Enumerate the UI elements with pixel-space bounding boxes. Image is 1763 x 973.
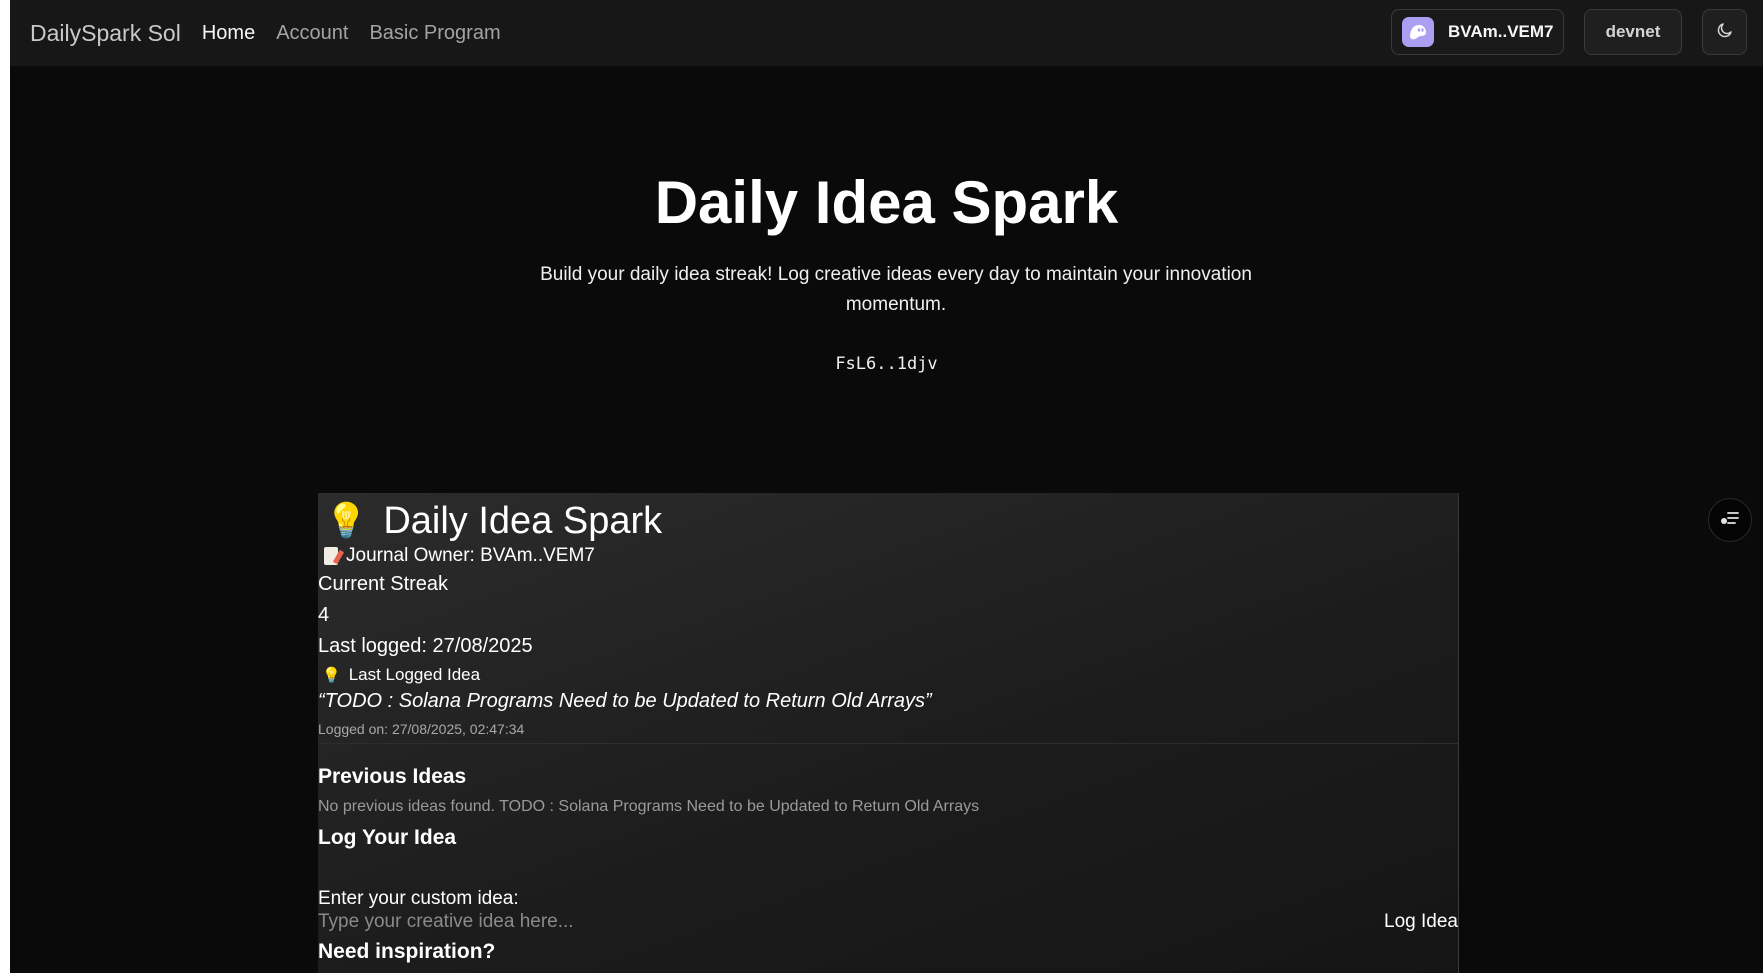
lightbulb-icon: 💡 — [322, 667, 341, 684]
nav-links: Home Account Basic Program — [202, 22, 501, 45]
streak-value: 4 — [318, 604, 330, 626]
hero-subtitle: Build your daily idea streak! Log creati… — [540, 264, 1252, 315]
app-root: DailySpark Sol Home Account Basic Progra… — [10, 0, 1763, 973]
floating-menu-button[interactable] — [1708, 498, 1752, 542]
last-idea-label: 💡 Last Logged Idea — [322, 665, 480, 685]
idea-journal-card: 💡 Daily Idea Spark Journal Owner: BVAm..… — [318, 493, 1459, 973]
program-id[interactable]: FsL6..1djv — [10, 354, 1763, 374]
card-title: 💡 Daily Idea Spark — [325, 496, 662, 546]
nav-link-account[interactable]: Account — [276, 22, 348, 45]
navbar-actions: BVAm..VEM7 devnet — [1391, 9, 1747, 55]
streak-label: Current Streak — [318, 573, 449, 595]
top-navbar: DailySpark Sol Home Account Basic Progra… — [10, 0, 1763, 66]
wallet-button[interactable]: BVAm..VEM7 — [1391, 9, 1564, 55]
wallet-address: BVAm..VEM7 — [1448, 22, 1554, 41]
lightbulb-icon: 💡 — [325, 502, 368, 540]
nav-link-home[interactable]: Home — [202, 22, 255, 45]
phantom-ghost-icon — [1402, 17, 1434, 47]
nav-link-basic-program[interactable]: Basic Program — [369, 22, 500, 45]
last-logged-date: Last logged: 27/08/2025 — [318, 635, 533, 657]
log-idea-heading: Log Your Idea — [318, 826, 457, 849]
last-idea-label-text: Last Logged Idea — [348, 665, 481, 684]
previous-ideas-heading: Previous Ideas — [318, 765, 467, 788]
idea-input[interactable] — [318, 905, 1358, 939]
brand-name[interactable]: DailySpark Sol — [30, 20, 181, 47]
cluster-selector[interactable]: devnet — [1584, 9, 1682, 55]
journal-owner-text: Journal Owner: BVAm..VEM7 — [346, 545, 595, 566]
list-settings-icon — [1720, 510, 1740, 531]
hero-title: Daily Idea Spark — [654, 169, 1119, 236]
memo-icon — [324, 547, 338, 565]
theme-toggle-button[interactable] — [1702, 9, 1747, 55]
card-title-text: Daily Idea Spark — [383, 500, 663, 542]
logged-on-timestamp: Logged on: 27/08/2025, 02:47:34 — [318, 721, 525, 737]
section-divider — [318, 743, 1458, 744]
moon-icon — [1716, 21, 1734, 44]
journal-owner: Journal Owner: BVAm..VEM7 — [324, 545, 595, 567]
previous-ideas-empty: No previous ideas found. TODO : Solana P… — [318, 798, 980, 815]
inspiration-heading: Need inspiration? — [318, 940, 496, 963]
log-idea-button[interactable]: Log Idea — [1384, 905, 1458, 939]
last-idea-text: “TODO : Solana Programs Need to be Updat… — [318, 690, 932, 712]
